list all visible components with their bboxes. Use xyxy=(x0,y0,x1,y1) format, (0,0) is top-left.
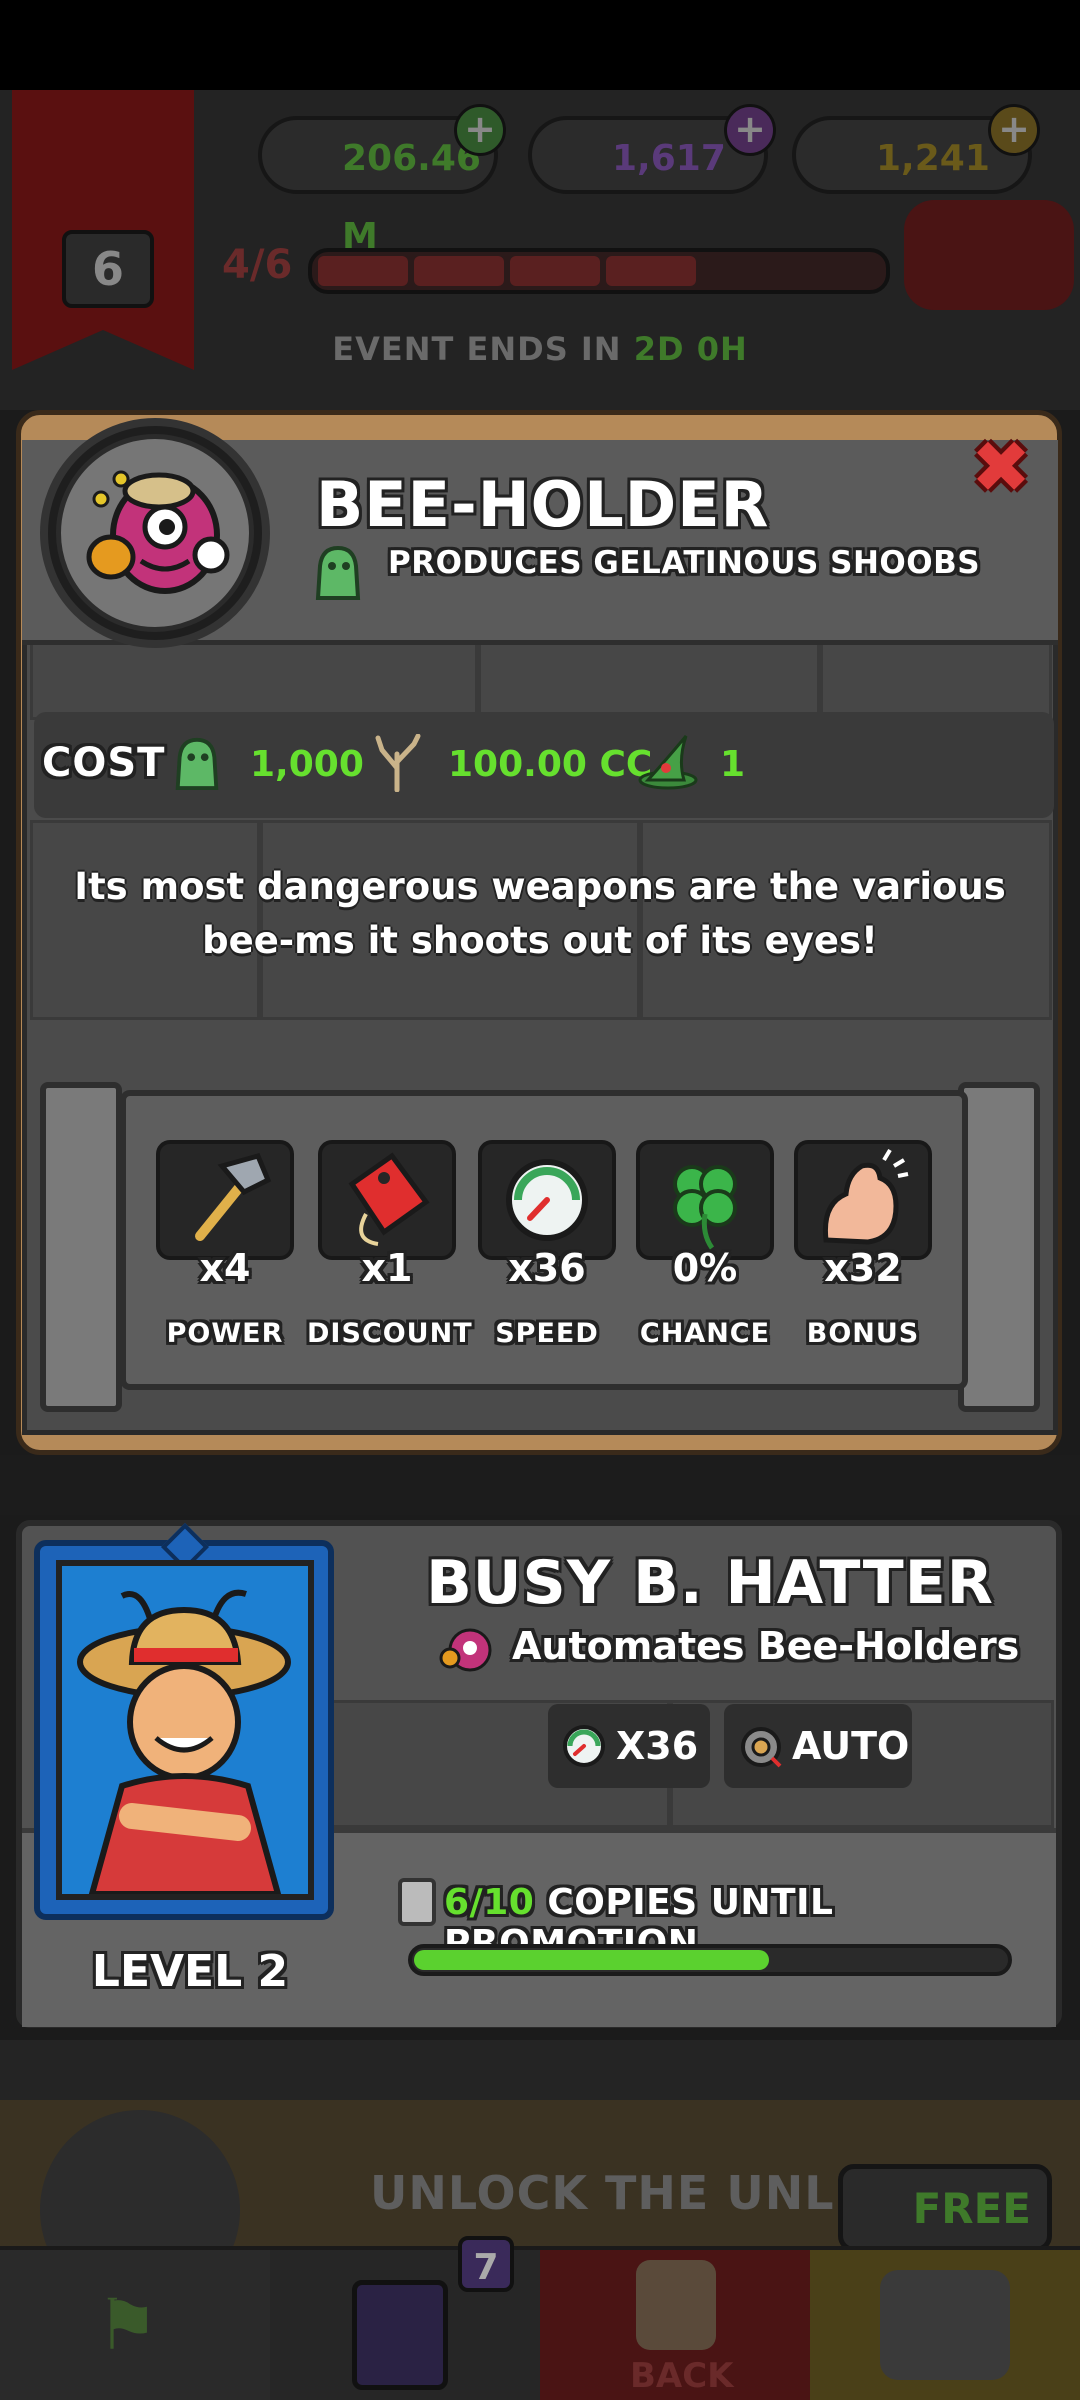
stat-discount-value: x1 xyxy=(361,1246,413,1290)
stat-discount-label: DISCOUNT xyxy=(307,1318,473,1349)
stats-pillar-right xyxy=(958,1082,1040,1412)
hero-speed-chip: X36 xyxy=(548,1704,710,1788)
nav-map-button: ⚑ xyxy=(0,2250,270,2400)
speedometer-icon xyxy=(563,1725,605,1767)
copy-card-icon xyxy=(398,1878,436,1926)
hero-name: BUSY B. HATTER xyxy=(426,1548,994,1618)
hammer-icon xyxy=(195,1153,272,1241)
wizard-hat-icon xyxy=(636,730,700,792)
stat-speed-label: SPEED xyxy=(495,1318,599,1349)
stat-chance-value: 0% xyxy=(672,1246,738,1290)
back-label: BACK xyxy=(630,2356,734,2396)
event-label: EVENT ENDS IN xyxy=(332,330,622,368)
cost-cc-value: 100.00 CC xyxy=(448,744,653,785)
cost-label: COST xyxy=(42,740,166,786)
shoob-cost-icon xyxy=(170,732,224,792)
stat-discount-tile xyxy=(318,1140,456,1260)
hero-description: Automates Bee-Holders xyxy=(512,1624,1020,1668)
free-chest-button: FREE xyxy=(838,2164,1052,2252)
popup-title: BEE-HOLDER xyxy=(316,468,770,541)
busy-b-hatter-icon xyxy=(62,1566,308,1897)
add-currency-green-button: + xyxy=(454,104,506,156)
hero-speed-value: X36 xyxy=(616,1724,699,1768)
promotion-progress-fill xyxy=(414,1950,769,1970)
fist-icon xyxy=(636,2260,716,2350)
promotion-progress-bar xyxy=(408,1944,1012,1976)
hero-portrait xyxy=(56,1560,314,1900)
popup-subtitle: PRODUCES GELATINOUS SHOOBS xyxy=(388,545,981,581)
clover-icon xyxy=(673,1165,737,1250)
event-timer: EVENT ENDS IN 2D 0H xyxy=(0,330,1080,368)
speedometer-icon xyxy=(506,1159,588,1241)
creature-portrait xyxy=(56,434,254,632)
flexed-arm-icon xyxy=(822,1148,909,1245)
stat-bonus-value: x32 xyxy=(824,1246,902,1290)
level-progress-bar xyxy=(308,248,890,294)
status-bar-area xyxy=(0,0,1080,90)
cards-icon xyxy=(352,2280,448,2390)
stat-power-tile xyxy=(156,1140,294,1260)
copies-count: 6/10 xyxy=(444,1882,535,1923)
stat-bonus-tile xyxy=(794,1140,932,1260)
stat-chance-tile xyxy=(636,1140,774,1260)
bee-holder-mini-icon xyxy=(436,1620,496,1676)
currency-gold-pill: 1,241 + xyxy=(792,104,1040,194)
price-tag-icon xyxy=(348,1152,430,1246)
bee-holder-icon xyxy=(86,470,230,594)
twig-icon xyxy=(372,733,422,793)
currency-purple-value: 1,617 xyxy=(612,138,726,179)
nav-chest-button xyxy=(810,2250,1080,2400)
stone-brick xyxy=(478,640,820,720)
shoob-icon xyxy=(310,540,366,602)
currency-gold-value: 1,241 xyxy=(876,138,990,179)
nav-back-button: BACK xyxy=(540,2250,810,2400)
stats-pillar-left xyxy=(40,1082,122,1412)
rewards-chest-icon xyxy=(904,200,1074,310)
currency-purple-pill: 1,617 + xyxy=(528,104,776,194)
hero-level: LEVEL 2 xyxy=(91,1946,289,1997)
cost-shoob-value: 1,000 xyxy=(250,744,364,785)
auto-gear-icon xyxy=(741,1727,782,1768)
stat-speed-tile xyxy=(478,1140,616,1260)
background-gap xyxy=(0,1455,1080,1515)
stat-speed-value: x36 xyxy=(508,1246,586,1290)
stat-power-value: x4 xyxy=(199,1246,251,1290)
chest-icon xyxy=(880,2270,1010,2380)
stone-brick xyxy=(820,640,1052,720)
add-currency-purple-button: + xyxy=(724,104,776,156)
close-icon[interactable]: ✖ xyxy=(966,431,1036,503)
unlock-text: UNLOCK THE UNLED xyxy=(370,2166,907,2220)
hero-auto-value: AUTO xyxy=(792,1724,910,1768)
add-currency-gold-button: + xyxy=(988,104,1040,156)
cost-hat-value: 1 xyxy=(720,744,746,785)
level-number: 6 xyxy=(62,230,154,308)
free-label: FREE xyxy=(912,2184,1031,2233)
stone-brick xyxy=(30,640,478,720)
level-progress-label: 4/6 xyxy=(222,242,293,288)
currency-green-pill: 206.46 M + xyxy=(258,104,506,257)
flag-icon: ⚑ xyxy=(96,2284,159,2366)
hero-auto-chip: AUTO xyxy=(724,1704,912,1788)
stat-bonus-label: BONUS xyxy=(806,1318,920,1349)
creature-description: Its most dangerous weapons are the vario… xyxy=(74,865,1006,962)
event-time: 2D 0H xyxy=(633,330,748,368)
stat-chance-label: CHANCE xyxy=(639,1318,771,1349)
cards-badge: 7 xyxy=(458,2236,514,2292)
stat-power-label: POWER xyxy=(166,1318,284,1349)
